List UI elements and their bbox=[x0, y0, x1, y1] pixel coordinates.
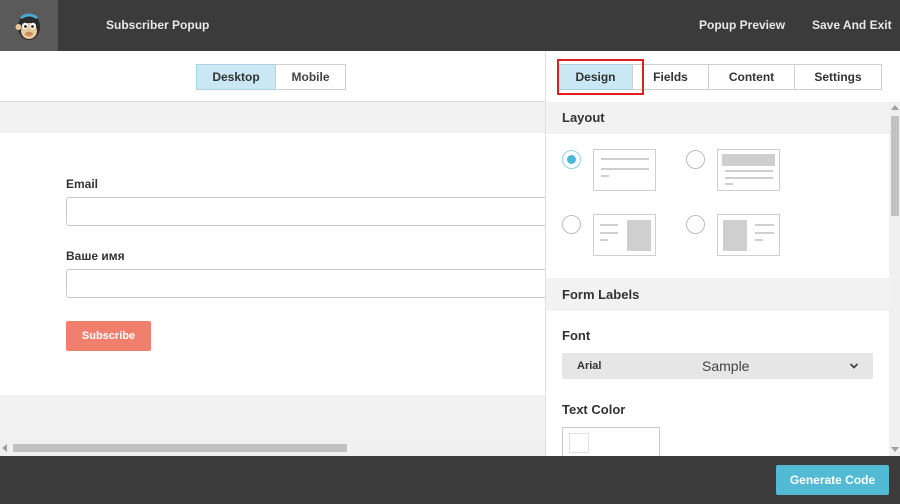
settings-tabs: Design Fields Content Settings bbox=[558, 64, 882, 90]
subscribe-button[interactable]: Subscribe bbox=[66, 321, 151, 351]
horizontal-scroll-thumb[interactable] bbox=[13, 444, 347, 452]
tab-content[interactable]: Content bbox=[708, 64, 795, 90]
settings-panel: Design Fields Content Settings Layout Fo… bbox=[545, 51, 900, 456]
name-label: Ваше имя bbox=[66, 249, 125, 263]
chevron-down-icon bbox=[849, 363, 859, 369]
save-and-exit-link[interactable]: Save And Exit bbox=[812, 0, 892, 51]
form-labels-heading: Form Labels bbox=[546, 279, 889, 311]
popup-preview-link[interactable]: Popup Preview bbox=[699, 0, 785, 51]
layout-thumb-3[interactable] bbox=[593, 214, 656, 256]
name-field[interactable] bbox=[66, 269, 545, 298]
form-labels-options: Font Arial Sample Text Color bbox=[546, 311, 889, 456]
logo[interactable] bbox=[0, 0, 58, 51]
monkey-logo-icon bbox=[15, 13, 40, 40]
layout-radio-2[interactable] bbox=[686, 150, 705, 169]
layout-radio-1[interactable] bbox=[562, 150, 581, 169]
bottom-bar: Generate Code bbox=[0, 456, 900, 504]
vertical-scroll-thumb[interactable] bbox=[891, 116, 899, 216]
desktop-view-button[interactable]: Desktop bbox=[196, 64, 276, 90]
email-label: Email bbox=[66, 177, 99, 191]
tab-fields[interactable]: Fields bbox=[632, 64, 709, 90]
layout-thumb-1[interactable] bbox=[593, 149, 656, 191]
text-color-picker[interactable] bbox=[562, 427, 660, 456]
text-color-label: Text Color bbox=[562, 402, 626, 417]
vertical-scrollbar[interactable] bbox=[889, 102, 900, 456]
view-toggle-bar: Desktop Mobile bbox=[0, 51, 545, 102]
tab-design[interactable]: Design bbox=[558, 64, 633, 90]
generate-code-button[interactable]: Generate Code bbox=[776, 465, 889, 495]
scroll-left-arrow-icon[interactable] bbox=[2, 444, 8, 452]
signup-form-preview: Email Ваше имя Subscribe bbox=[0, 133, 545, 395]
settings-scroll-area: Layout Form Labels Font Arial Sample Tex… bbox=[546, 102, 889, 456]
tab-settings[interactable]: Settings bbox=[794, 64, 882, 90]
layout-options bbox=[546, 134, 889, 278]
scroll-up-arrow-icon[interactable] bbox=[891, 105, 899, 111]
top-bar: Subscriber Popup Popup Preview Save And … bbox=[0, 0, 900, 51]
font-select-value: Arial bbox=[577, 360, 602, 372]
app-title: Subscriber Popup bbox=[106, 18, 210, 32]
email-field[interactable] bbox=[66, 197, 545, 226]
horizontal-scrollbar[interactable] bbox=[0, 440, 545, 456]
layout-heading: Layout bbox=[546, 102, 889, 134]
mobile-view-button[interactable]: Mobile bbox=[275, 64, 346, 90]
layout-radio-4[interactable] bbox=[686, 215, 705, 234]
layout-radio-3[interactable] bbox=[562, 215, 581, 234]
text-color-swatch bbox=[569, 433, 589, 453]
font-select[interactable]: Arial Sample bbox=[562, 353, 873, 379]
popup-preview-pane: Desktop Mobile Email Ваше имя Subscribe bbox=[0, 51, 545, 456]
layout-thumb-2[interactable] bbox=[717, 149, 780, 191]
font-label: Font bbox=[562, 328, 591, 343]
layout-thumb-4[interactable] bbox=[717, 214, 780, 256]
font-sample-text: Sample bbox=[702, 358, 750, 374]
scroll-down-arrow-icon[interactable] bbox=[891, 446, 899, 452]
